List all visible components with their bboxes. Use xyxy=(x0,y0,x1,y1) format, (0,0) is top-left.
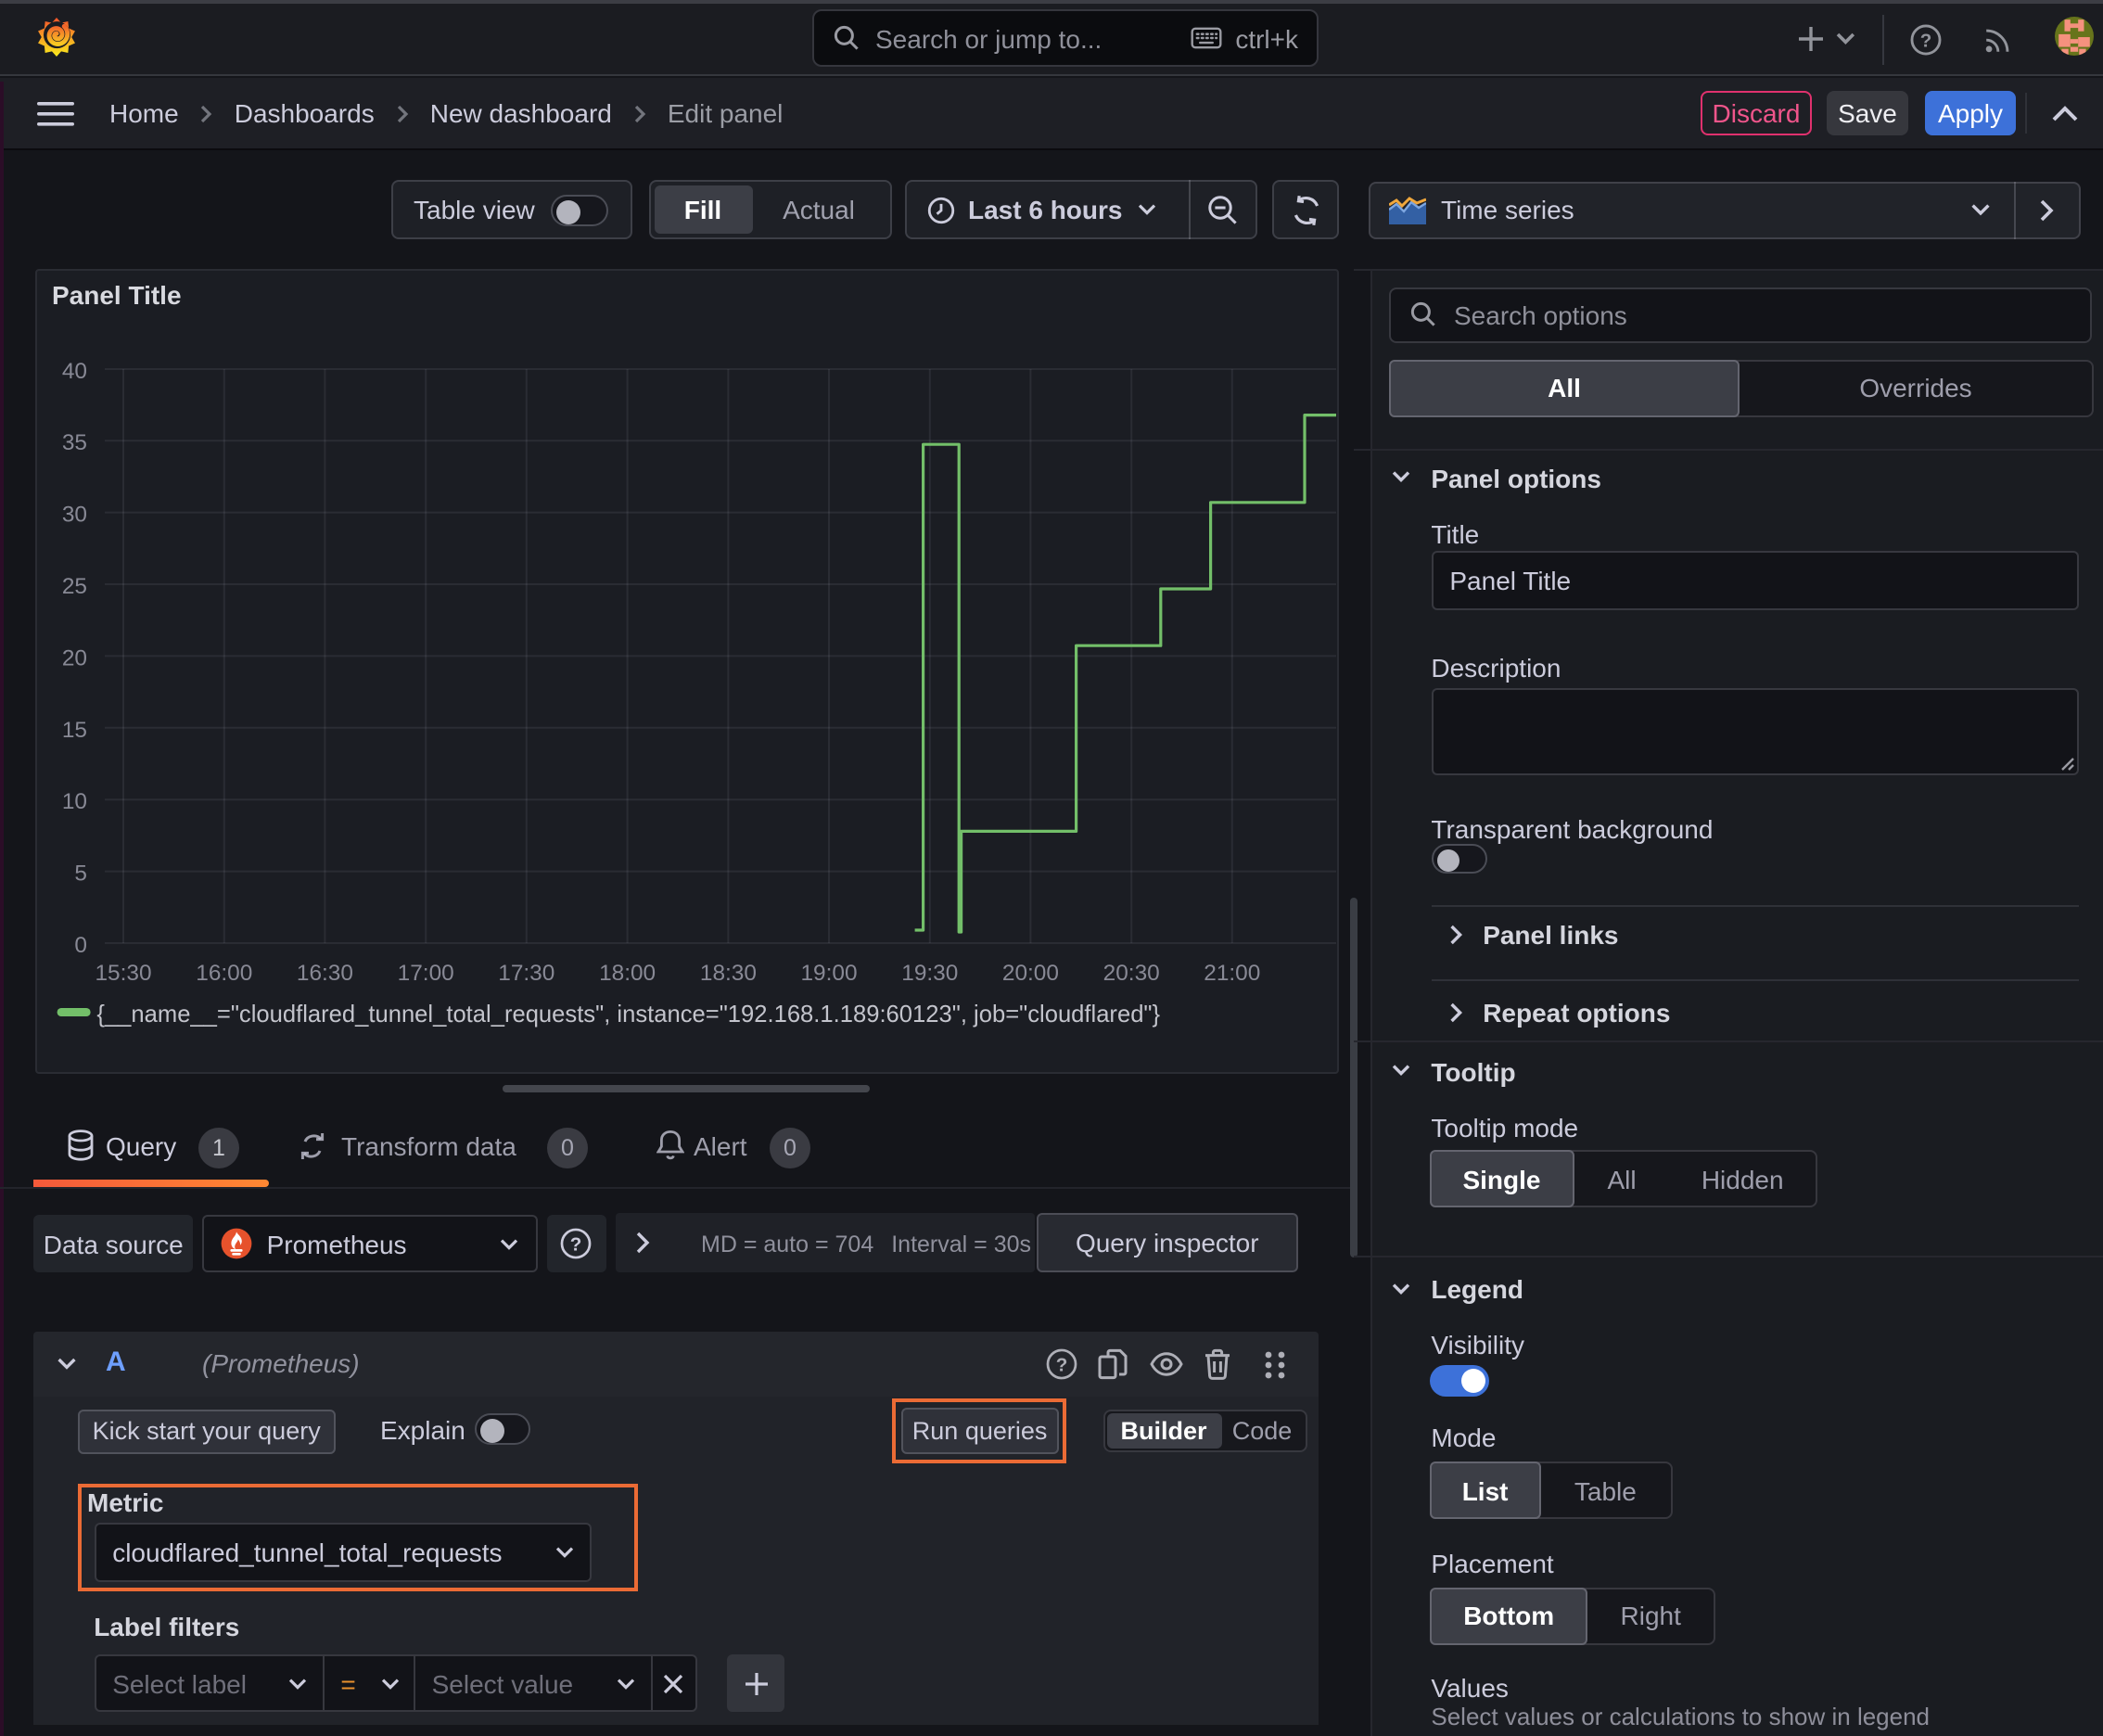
svg-text:19:00: 19:00 xyxy=(799,961,856,986)
svg-text:18:30: 18:30 xyxy=(699,961,756,986)
svg-text:20: 20 xyxy=(61,645,86,670)
svg-text:?: ? xyxy=(1920,30,1932,51)
svg-text:19:30: 19:30 xyxy=(900,961,957,986)
svg-text:15: 15 xyxy=(61,718,86,743)
svg-text:10: 10 xyxy=(61,789,86,814)
svg-text:16:30: 16:30 xyxy=(296,961,352,986)
svg-text:17:00: 17:00 xyxy=(397,961,453,986)
svg-text:0: 0 xyxy=(73,933,86,958)
svg-text:?: ? xyxy=(1056,1354,1068,1375)
svg-text:16:00: 16:00 xyxy=(195,961,251,986)
svg-text:20:00: 20:00 xyxy=(1001,961,1058,986)
svg-text:18:00: 18:00 xyxy=(598,961,655,986)
svg-text:{__name__="cloudflared_tunnel_: {__name__="cloudflared_tunnel_total_requ… xyxy=(96,1002,1159,1028)
svg-text:40: 40 xyxy=(61,359,86,384)
svg-text:20:30: 20:30 xyxy=(1102,961,1159,986)
svg-text:21:00: 21:00 xyxy=(1203,961,1259,986)
svg-text:25: 25 xyxy=(61,574,86,599)
svg-text:17:30: 17:30 xyxy=(497,961,554,986)
svg-text:5: 5 xyxy=(73,862,86,887)
svg-text:35: 35 xyxy=(61,430,86,455)
svg-text:15:30: 15:30 xyxy=(94,961,150,986)
svg-text:30: 30 xyxy=(61,503,86,528)
svg-text:?: ? xyxy=(570,1233,582,1255)
